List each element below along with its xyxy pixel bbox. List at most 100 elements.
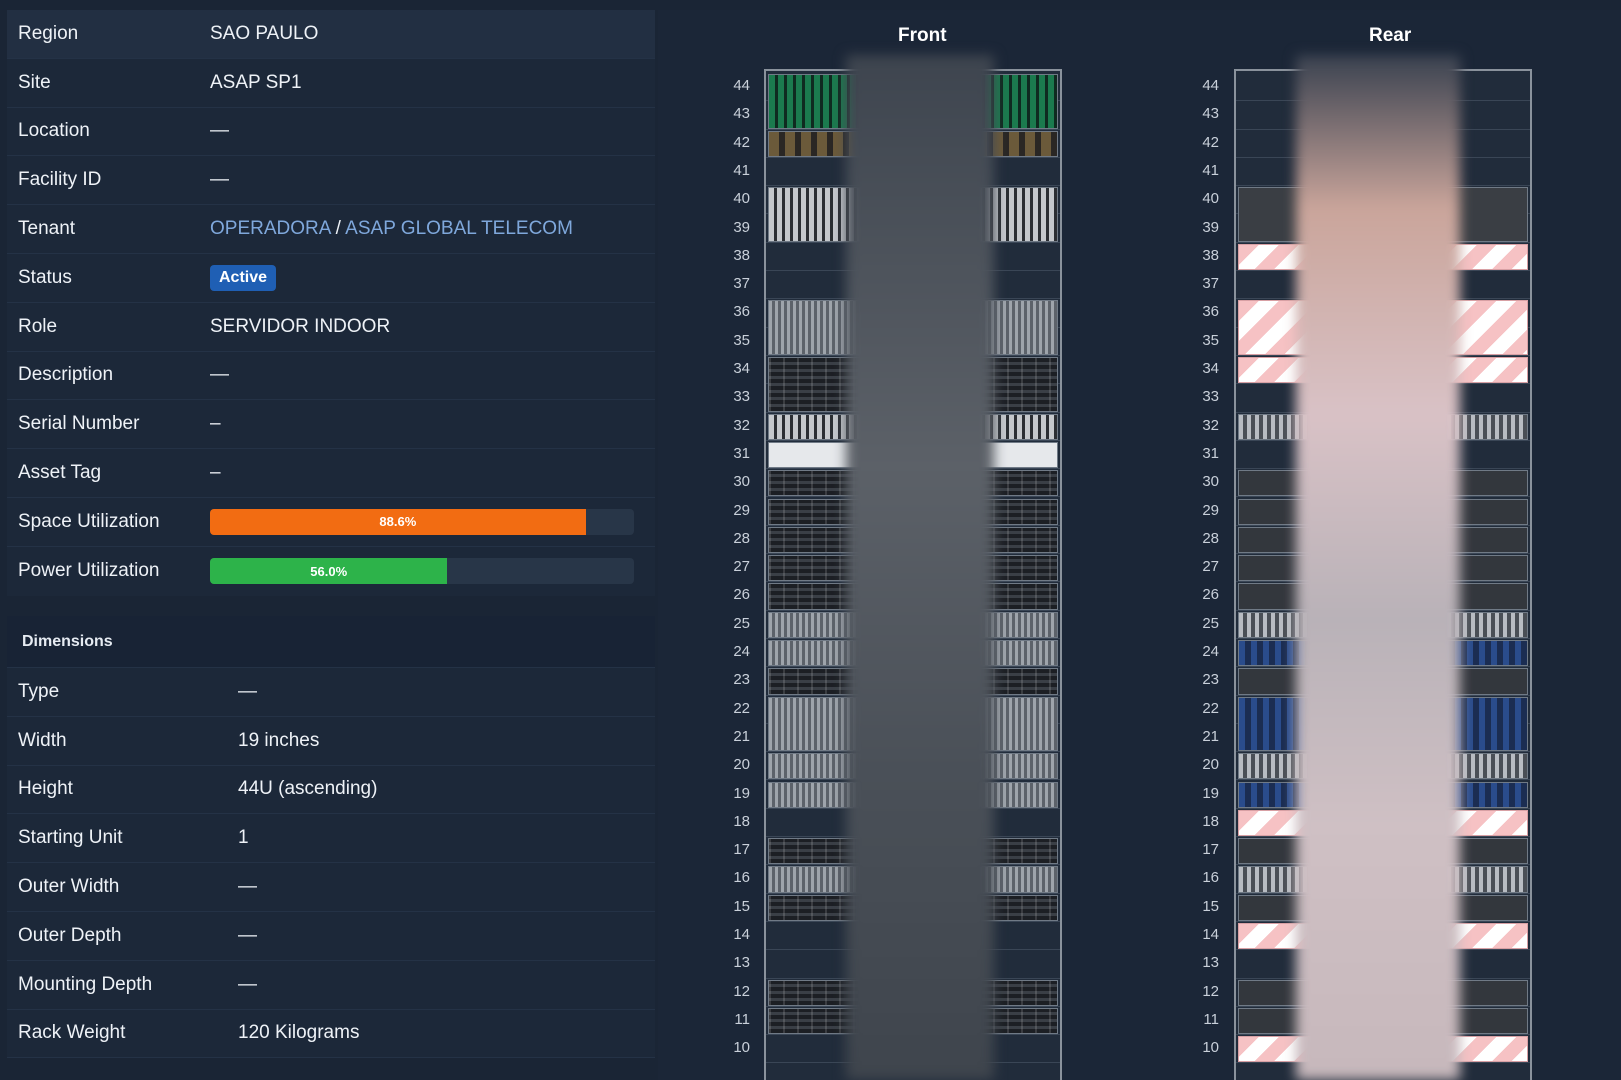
outer-depth-label: Outer Depth (18, 924, 122, 946)
rack-unit-number: 42 (733, 133, 750, 151)
rack-unit-number: 17 (1202, 841, 1219, 859)
rear-face-title: Rear (1369, 25, 1412, 46)
tenant-label: Tenant (18, 218, 76, 240)
site-link[interactable]: ASAP SP1 (210, 72, 655, 94)
rack-unit-number: 12 (733, 982, 750, 1000)
mounting-depth-row: Mounting Depth — (7, 961, 655, 1010)
rack-unit-number: 28 (1202, 529, 1219, 547)
region-link[interactable]: SAO PAULO (210, 23, 655, 45)
rack-unit-number: 10 (733, 1039, 750, 1057)
rack-unit-number: 38 (1202, 246, 1219, 264)
rack-unit-number: 43 (733, 105, 750, 123)
site-label: Site (18, 71, 51, 93)
rack-unit-number: 23 (1202, 671, 1219, 689)
rack-weight-row: Rack Weight 120 Kilograms (7, 1010, 655, 1059)
rack-unit-number: 41 (733, 161, 750, 179)
rack-unit-number: 13 (733, 954, 750, 972)
rack-unit-number: 31 (1202, 444, 1219, 462)
asset-label: Asset Tag (18, 462, 102, 484)
region-row: Region SAO PAULO (7, 10, 655, 59)
dimensions-panel: Dimensions Type — Width 19 inches Height… (7, 616, 655, 1059)
starting-unit-label: Starting Unit (18, 827, 123, 849)
rack-unit-number: 30 (733, 473, 750, 491)
facility-value: — (210, 169, 229, 191)
rack-unit-number: 30 (1202, 473, 1219, 491)
status-row: Status Active (7, 254, 655, 303)
type-label: Type (18, 680, 60, 702)
status-label: Status (18, 266, 72, 288)
rack-unit-number: 25 (1202, 614, 1219, 632)
role-link[interactable]: SERVIDOR INDOOR (210, 316, 655, 338)
tenant-link[interactable]: ASAP GLOBAL TELECOM (345, 218, 573, 239)
height-label: Height (18, 778, 73, 800)
starting-unit-row: Starting Unit 1 (7, 814, 655, 864)
rack-unit-number: 18 (1202, 812, 1219, 830)
tenant-row: Tenant OPERADORA / ASAP GLOBAL TELECOM (7, 205, 655, 254)
rack-unit-number: 29 (1202, 501, 1219, 519)
rack-weight-label: Rack Weight (18, 1022, 126, 1044)
rack-unit-number: 42 (1202, 133, 1219, 151)
rack-unit-number: 31 (733, 444, 750, 462)
role-label: Role (18, 315, 58, 337)
rack-unit-number: 32 (733, 416, 750, 434)
front-unit-numbers: 44 43 42 41 40 39 38 37 36 35 34 33 32 31 30 29 28 27 26 25… (710, 69, 750, 1080)
rack-unit-number: 16 (1202, 869, 1219, 887)
rack-unit-number: 40 (1202, 190, 1219, 208)
width-row: Width 19 inches (7, 717, 655, 766)
status-value-cell: Active (210, 264, 655, 291)
rack-unit-number: 26 (733, 586, 750, 604)
rack-unit-number: 36 (733, 303, 750, 321)
rack-elevations: Front Rear 44 43 42 41 40 39 38 37 36 35 34 33 32 31 3… (658, 10, 1621, 1080)
rack-unit-number: 25 (733, 614, 750, 632)
rack-unit-number: 24 (733, 643, 750, 660)
type-value: — (238, 680, 257, 702)
rack-unit-number: 36 (1202, 303, 1219, 321)
tenant-group-link[interactable]: OPERADORA (210, 218, 330, 239)
facility-label: Facility ID (18, 169, 102, 191)
rack-unit-number: 28 (733, 529, 750, 547)
rack-unit-number: 32 (1202, 416, 1219, 434)
front-label-redaction (846, 55, 994, 1080)
rack-unit-number: 23 (733, 671, 750, 689)
rack-unit-number: 44 (733, 77, 750, 94)
rack-weight-value: 120 Kilograms (238, 1022, 360, 1044)
rack-unit-number: 38 (733, 246, 750, 264)
rack-unit-number: 34 (733, 360, 750, 377)
status-badge: Active (210, 264, 277, 291)
rack-unit-number: 10 (1202, 1039, 1219, 1057)
rack-unit-number: 14 (733, 926, 750, 943)
tenant-separator: / (335, 218, 341, 240)
rear-unit-numbers: 44 43 42 41 40 39 38 37 36 35 34 33 32 31 30 29 28 27 26 25… (1179, 69, 1219, 1080)
serial-row: Serial Number – (7, 400, 655, 450)
space-utilization-bar: 88.6% (210, 508, 634, 535)
height-row: Height 44U (ascending) (7, 766, 655, 815)
rack-unit-number: 16 (733, 869, 750, 887)
asset-value: – (210, 462, 221, 484)
rack-attributes-panel: Region SAO PAULO Site ASAP SP1 Location … (7, 10, 655, 596)
description-value: — (210, 364, 229, 386)
rack-unit-number: 21 (733, 727, 750, 745)
power-utilization-cell: 56.0% (210, 558, 655, 585)
rack-unit-number: 22 (1202, 699, 1219, 717)
rack-unit-number: 37 (733, 275, 750, 293)
site-row: Site ASAP SP1 (7, 59, 655, 108)
outer-depth-value: — (238, 924, 257, 946)
power-utilization-bar: 56.0% (210, 558, 634, 585)
rack-unit-number: 19 (1202, 784, 1219, 802)
rack-unit-number: 44 (1202, 77, 1219, 94)
tenant-value: OPERADORA / ASAP GLOBAL TELECOM (210, 218, 655, 240)
rack-unit-number: 22 (733, 699, 750, 717)
rack-unit-number: 26 (1202, 586, 1219, 604)
dimensions-header: Dimensions (7, 616, 655, 668)
rear-label-redaction (1296, 55, 1460, 1080)
rack-unit-number: 11 (734, 1010, 750, 1028)
space-utilization-label: Space Utilization (18, 510, 160, 532)
rack-unit-number: 19 (733, 784, 750, 802)
outer-depth-row: Outer Depth — (7, 912, 655, 961)
width-label: Width (18, 729, 67, 751)
starting-unit-value: 1 (238, 827, 249, 849)
asset-row: Asset Tag – (7, 449, 655, 498)
rack-unit-number: 21 (1202, 727, 1219, 745)
outer-width-row: Outer Width — (7, 863, 655, 912)
rack-unit-number: 41 (1202, 161, 1219, 179)
